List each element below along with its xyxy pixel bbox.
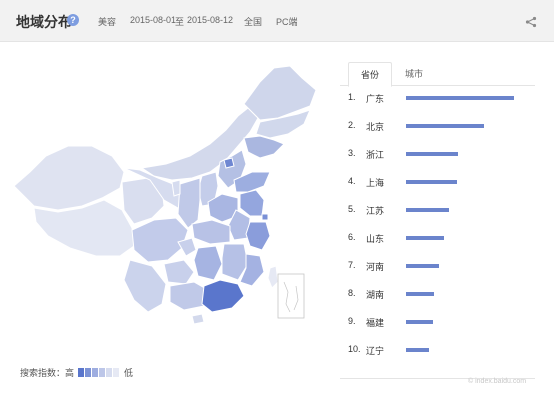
rank-number: 3. (348, 148, 356, 158)
rank-bar (406, 348, 429, 352)
legend-swatches (78, 368, 120, 377)
rank-bar (406, 180, 457, 184)
category-filter[interactable]: 美容 (98, 15, 116, 28)
rank-bar (406, 236, 444, 240)
region-xinjiang[interactable] (13, 145, 125, 211)
province-name: 辽宁 (366, 346, 385, 356)
rank-number: 10. (348, 344, 361, 354)
header-bar: 地域分布 ? 美容 2015-08-01 至 2015-08-12 全国 PC端 (0, 0, 554, 42)
date-to[interactable]: 2015-08-12 (187, 15, 233, 25)
region-guangxi[interactable] (169, 281, 209, 311)
region-taiwan[interactable] (267, 265, 279, 289)
province-name: 福建 (366, 318, 385, 328)
rank-number: 4. (348, 176, 356, 186)
rank-bar (406, 264, 439, 268)
rank-bar (406, 96, 514, 100)
device-filter[interactable]: PC端 (276, 15, 298, 28)
legend-swatch (92, 368, 99, 377)
province-name: 山东 (366, 234, 385, 244)
page-title: 地域分布 (16, 14, 72, 30)
ranking-row[interactable]: 5. 江苏 (340, 200, 535, 220)
region-hubei[interactable] (191, 219, 231, 245)
legend-label: 搜索指数：高 (20, 368, 75, 378)
region-jiangsu[interactable] (239, 189, 265, 217)
legend-swatch (113, 368, 120, 377)
province-name: 河南 (366, 262, 385, 272)
province-name: 广东 (366, 94, 385, 104)
legend-swatch (99, 368, 106, 377)
ranking-row[interactable]: 6. 山东 (340, 228, 535, 248)
region-beijing[interactable] (223, 157, 235, 169)
region-zhejiang[interactable] (245, 221, 271, 251)
region-yunnan[interactable] (123, 259, 167, 313)
region-filter[interactable]: 全国 (244, 15, 262, 28)
date-separator: 至 (175, 17, 185, 27)
ranking-row[interactable]: 1. 广东 (340, 88, 535, 108)
region-sichuan[interactable] (131, 217, 189, 263)
china-map (12, 60, 322, 330)
rank-bar (406, 320, 433, 324)
ranking-row[interactable]: 4. 上海 (340, 172, 535, 192)
ranking-row[interactable]: 9. 福建 (340, 312, 535, 332)
date-from[interactable]: 2015-08-01 (130, 15, 176, 25)
province-name: 北京 (366, 122, 385, 132)
legend-low-label: 低 (124, 368, 134, 378)
rank-number: 1. (348, 92, 356, 102)
ranking-row[interactable]: 7. 河南 (340, 256, 535, 276)
rank-bar (406, 208, 449, 212)
province-name: 湖南 (366, 290, 385, 300)
rank-number: 9. (348, 316, 356, 326)
region-hainan[interactable] (191, 313, 205, 325)
tab-province[interactable]: 省份 (348, 62, 392, 87)
rank-number: 5. (348, 204, 356, 214)
ranking-panel: 省份 城市 1. 广东 2. 北京 3. 浙江 4. 上海 5. 江苏 6. 山东 7. 河南 8. 湖南 9.… (340, 62, 535, 379)
ranking-row[interactable]: 10. 辽宁 (340, 340, 535, 360)
region-hunan[interactable] (193, 245, 223, 281)
south-china-sea-islands (283, 281, 299, 313)
share-icon[interactable] (525, 16, 537, 28)
rank-bar (406, 124, 484, 128)
region-guangdong[interactable] (201, 279, 245, 313)
province-name: 浙江 (366, 150, 385, 160)
rank-number: 8. (348, 288, 356, 298)
ranking-row[interactable]: 2. 北京 (340, 116, 535, 136)
rank-number: 6. (348, 232, 356, 242)
province-name: 江苏 (366, 206, 385, 216)
legend-swatch (106, 368, 113, 377)
rank-number: 2. (348, 120, 356, 130)
ranking-row[interactable]: 3. 浙江 (340, 144, 535, 164)
legend-swatch (78, 368, 85, 377)
watermark: © index.baidu.com (468, 378, 527, 385)
ranking-tabs: 省份 城市 (340, 62, 535, 87)
help-icon[interactable]: ? (67, 14, 79, 26)
region-guizhou[interactable] (163, 259, 195, 285)
rank-bar (406, 152, 458, 156)
rank-bar (406, 292, 434, 296)
tab-city[interactable]: 城市 (396, 62, 432, 86)
legend-swatch (85, 368, 92, 377)
region-ningxia[interactable] (171, 179, 181, 197)
region-shanghai[interactable] (261, 213, 269, 221)
region-shaanxi[interactable] (177, 177, 201, 229)
ranking-row[interactable]: 8. 湖南 (340, 284, 535, 304)
region-liaoning[interactable] (243, 135, 285, 159)
south-china-sea-inset (277, 273, 305, 319)
map-legend: 搜索指数：高 低 (20, 366, 133, 379)
rank-number: 7. (348, 260, 356, 270)
province-name: 上海 (366, 178, 385, 188)
